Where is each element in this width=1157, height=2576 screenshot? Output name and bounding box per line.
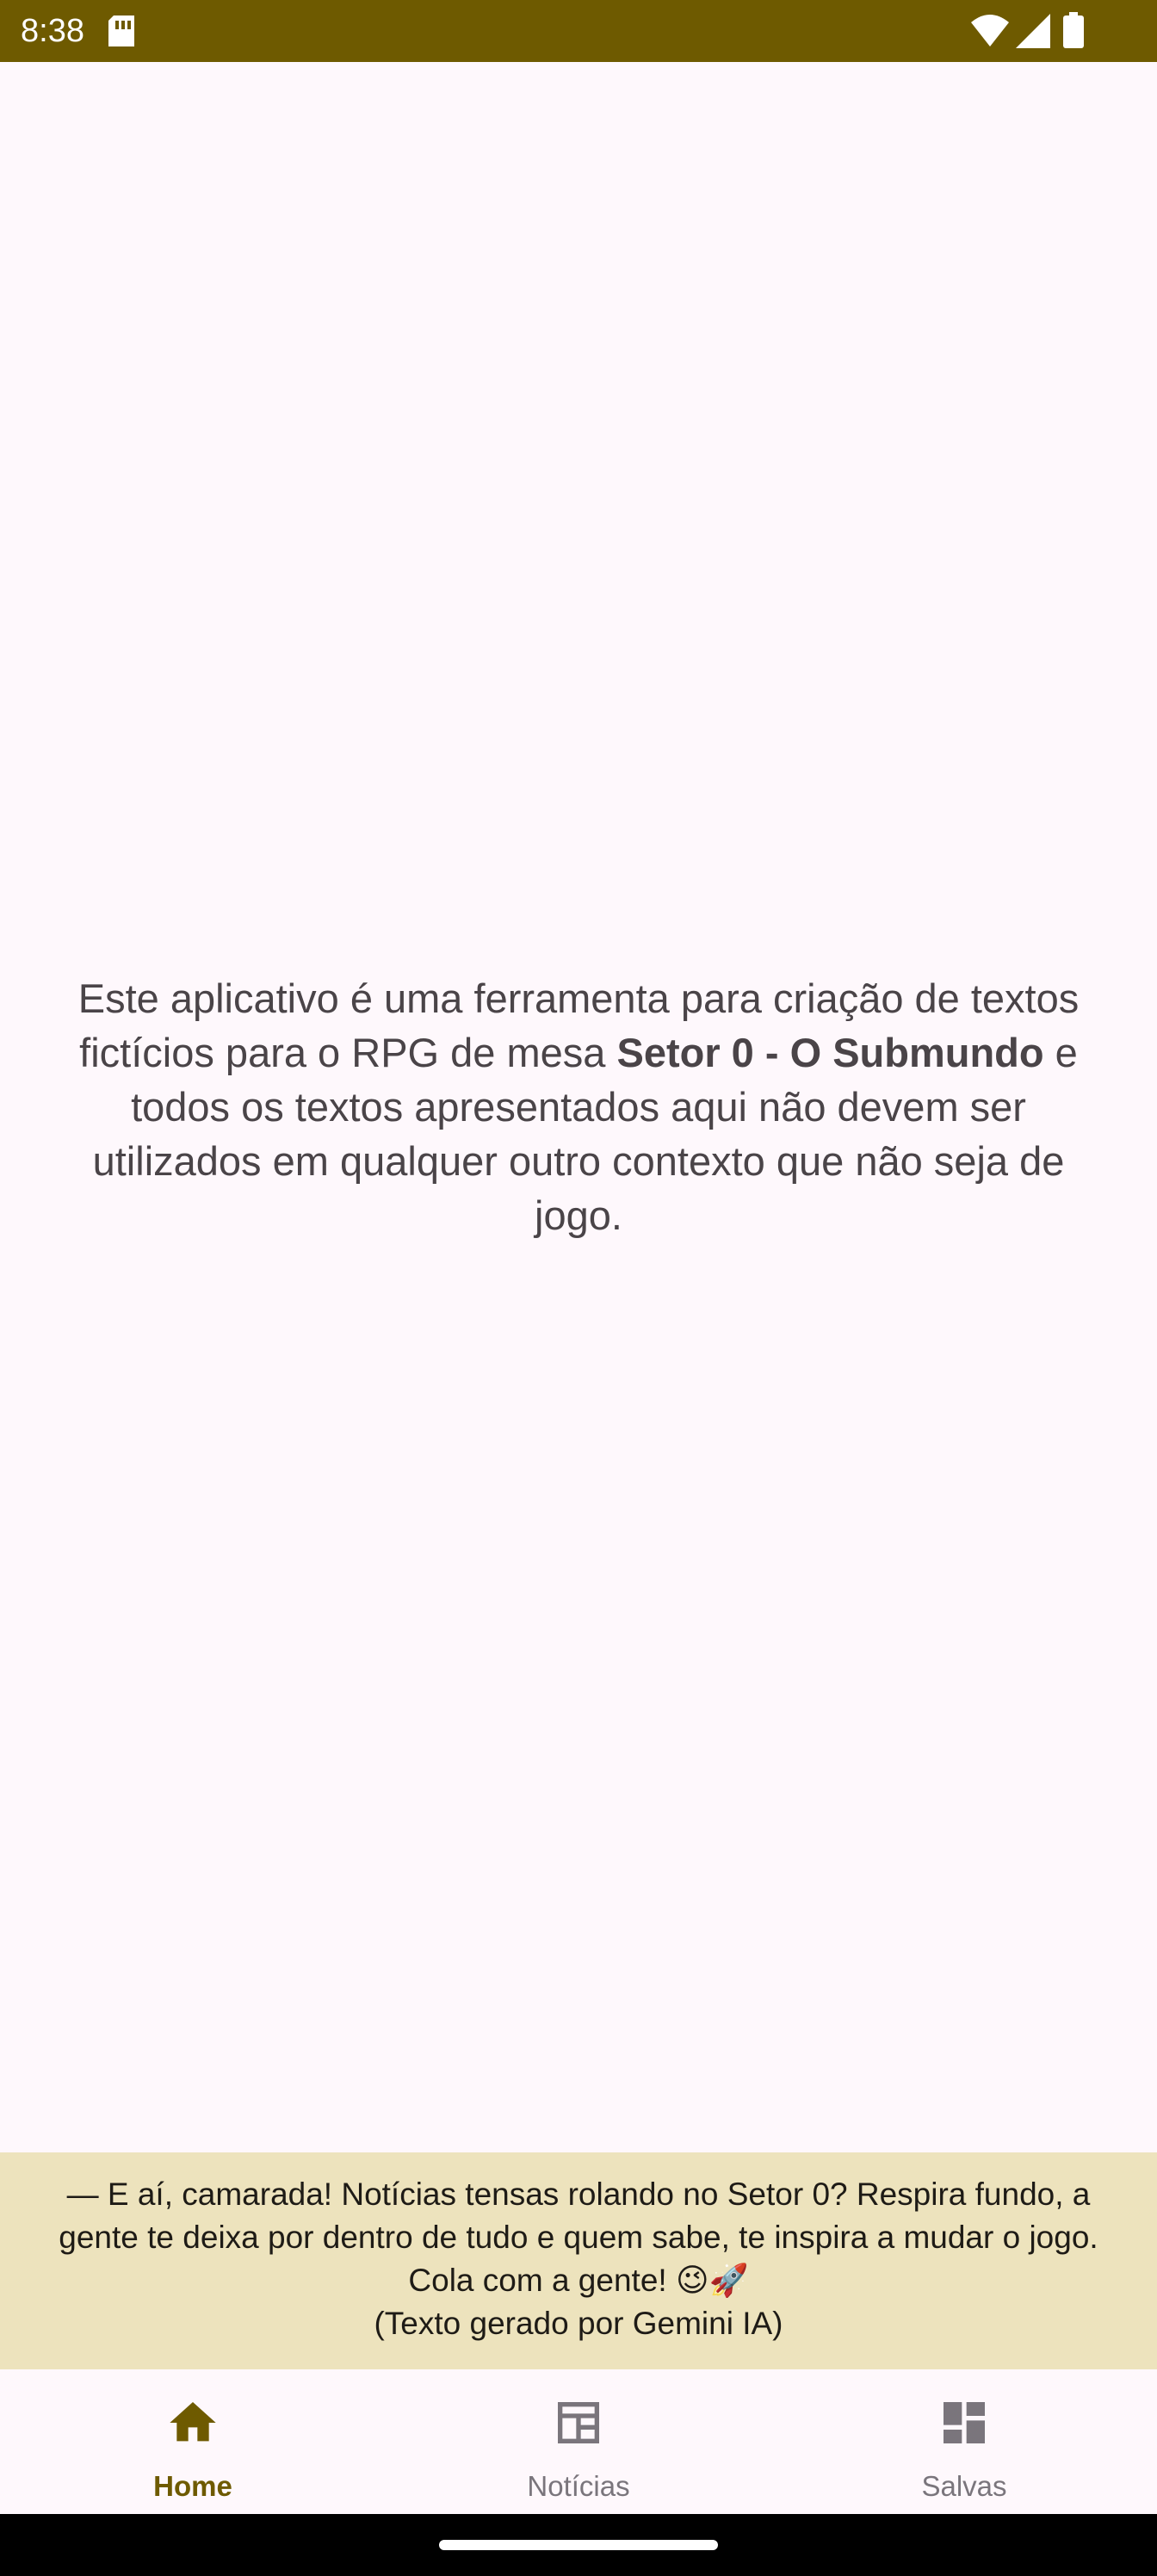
signal-icon bbox=[1016, 14, 1050, 53]
disclaimer-text: Este aplicativo é uma ferramenta para cr… bbox=[69, 971, 1088, 1242]
battery-icon bbox=[1063, 12, 1084, 53]
wifi-icon bbox=[971, 14, 1009, 51]
newspaper-icon bbox=[551, 2395, 606, 2450]
nav-item-noticias[interactable]: Notícias bbox=[386, 2369, 771, 2514]
system-navigation-bar bbox=[0, 2514, 1157, 2576]
nav-item-salvas[interactable]: Salvas bbox=[771, 2369, 1157, 2514]
sim-card-icon bbox=[108, 15, 134, 51]
nav-label-salvas: Salvas bbox=[921, 2470, 1007, 2502]
nav-label-noticias: Notícias bbox=[527, 2470, 630, 2502]
status-time: 8:38 bbox=[21, 13, 84, 49]
disclaimer-game-title: Setor 0 - O Submundo bbox=[616, 1030, 1044, 1075]
status-bar: 8:38 bbox=[0, 0, 1157, 62]
nav-label-home: Home bbox=[153, 2470, 232, 2502]
home-gesture-handle[interactable] bbox=[439, 2540, 718, 2550]
banner-credit: (Texto gerado por Gemini IA) bbox=[374, 2306, 783, 2341]
home-icon bbox=[165, 2395, 220, 2450]
news-banner: — E aí, camarada! Notícias tensas roland… bbox=[0, 2152, 1157, 2369]
banner-message: — E aí, camarada! Notícias tensas roland… bbox=[59, 2177, 1098, 2298]
dashboard-icon bbox=[937, 2395, 992, 2450]
nav-item-home[interactable]: Home bbox=[0, 2369, 386, 2514]
bottom-navigation: Home Notícias Salvas bbox=[0, 2369, 1157, 2514]
